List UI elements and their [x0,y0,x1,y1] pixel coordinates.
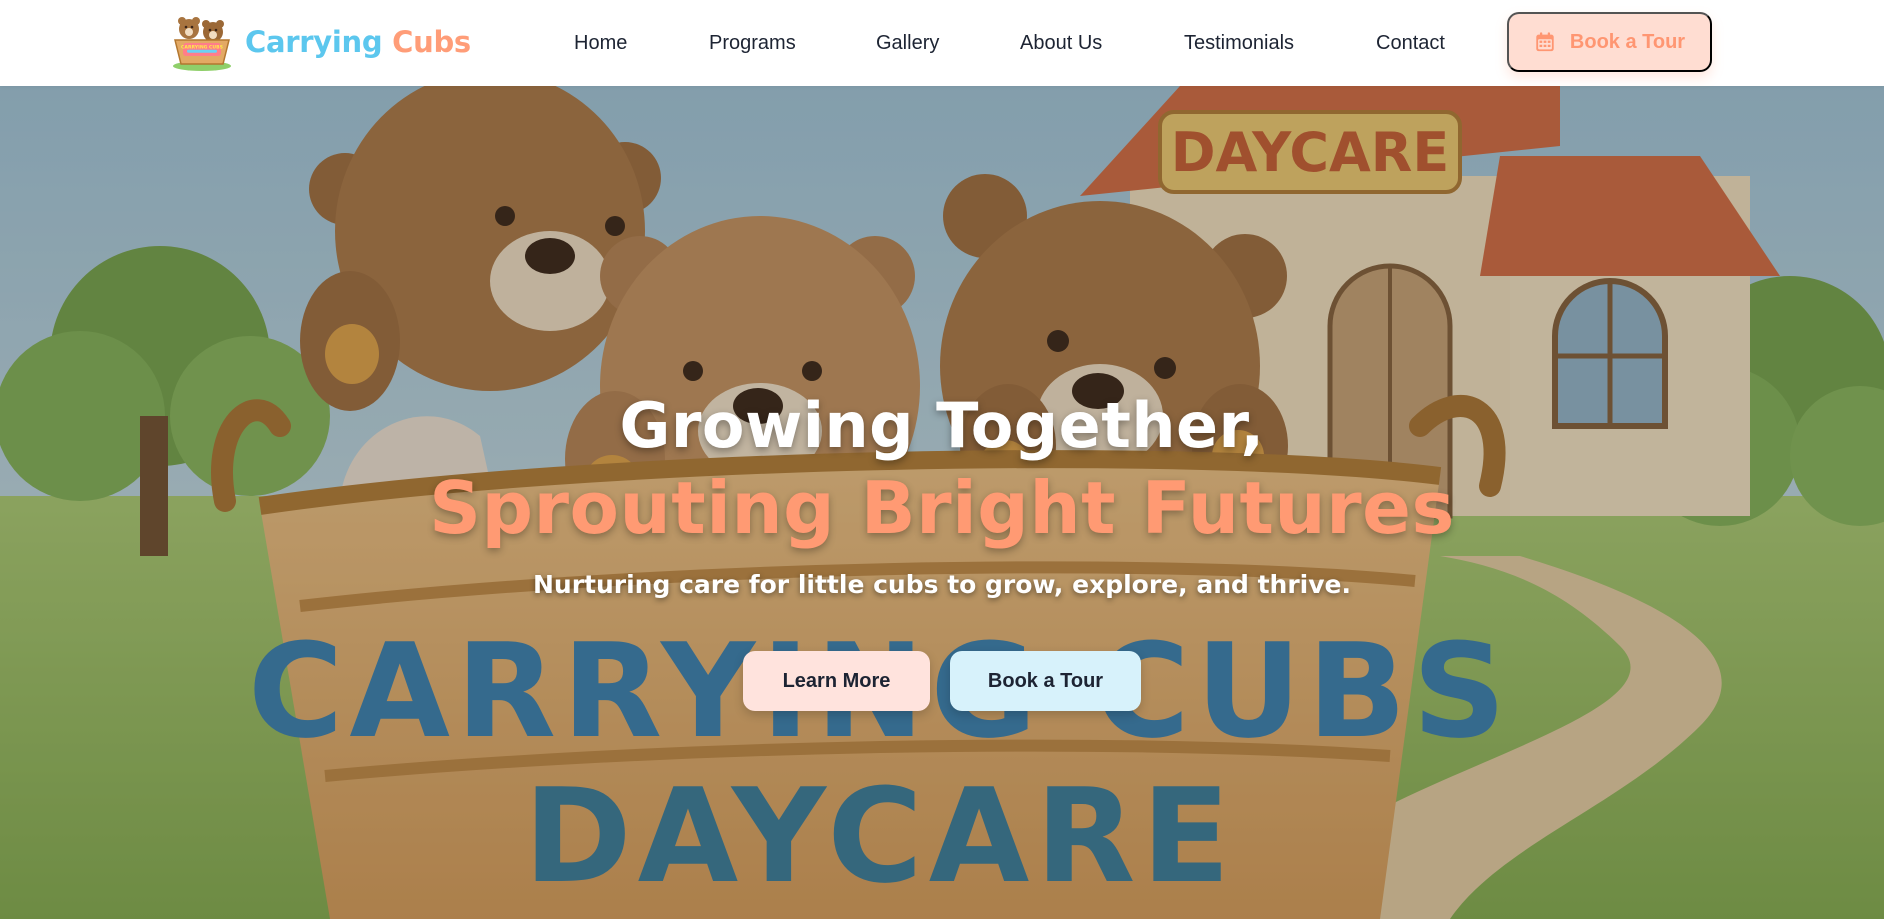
nav-link-contact[interactable]: Contact [1376,28,1445,58]
hero-title-line1: Growing Together, [619,389,1265,462]
brand-name-part1: Carrying [245,25,383,59]
calendar-icon [1536,32,1554,52]
book-a-tour-hero-button[interactable]: Book a Tour [950,651,1141,711]
bear-cubs-basket-logo-icon: CARRYING CUBS [173,17,231,71]
nav-link-gallery[interactable]: Gallery [876,28,939,58]
learn-more-button[interactable]: Learn More [743,651,930,711]
brand-name: Carrying Cubs [245,25,471,59]
book-a-tour-nav-label: Book a Tour [1569,30,1686,53]
brand[interactable]: CARRYING CUBS Carrying Cubs [170,12,471,72]
brand-name-part2: Cubs [392,25,471,59]
hero-title: Growing Together, Sprouting Bright Futur… [0,386,1884,550]
nav-link-testimonials[interactable]: Testimonials [1184,28,1294,58]
hero-subtitle: Nurturing care for little cubs to grow, … [532,570,1352,599]
book-a-tour-nav-button[interactable]: Book a Tour [1507,12,1712,72]
nav-link-programs[interactable]: Programs [709,28,796,58]
top-navbar: CARRYING CUBS Carrying Cubs Home Program… [0,0,1884,86]
hero-section: DAYCARE CARRYING CUBS DAYCARE Growing To… [0,86,1884,919]
nav-link-home[interactable]: Home [574,28,627,58]
logo-basket-text: CARRYING CUBS [181,45,223,51]
nav-link-about-us[interactable]: About Us [1020,28,1102,58]
hero-title-line2: Sprouting Bright Futures [429,466,1455,550]
